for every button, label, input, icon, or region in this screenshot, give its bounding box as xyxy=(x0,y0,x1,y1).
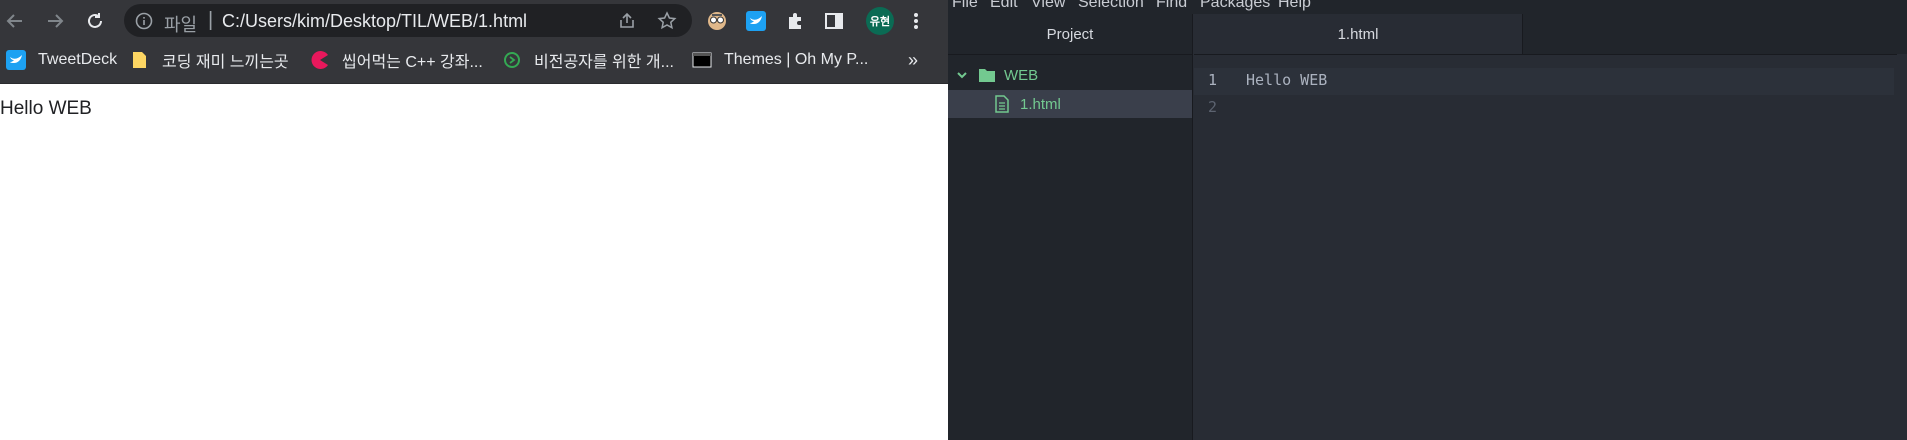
info-icon[interactable] xyxy=(135,12,153,30)
atom-editor-window: File Edit View Selection Find Packages H… xyxy=(948,0,1907,440)
code-line[interactable]: Hello WEB xyxy=(1246,71,1327,89)
url-scheme-label: 파일 xyxy=(164,15,198,35)
bookmark-label: Themes | Oh My P... xyxy=(724,51,869,68)
star-icon[interactable] xyxy=(657,11,677,31)
folder-icon xyxy=(979,69,995,82)
back-button[interactable] xyxy=(0,6,30,36)
line-number: 1 xyxy=(1208,71,1218,89)
menu-view[interactable]: View xyxy=(1031,0,1065,12)
bookmark-tweetdeck[interactable]: TweetDeck xyxy=(6,41,117,79)
tree-folder-label: WEB xyxy=(1004,66,1039,84)
forward-button[interactable] xyxy=(40,6,70,36)
reload-icon xyxy=(88,13,102,28)
code-area[interactable]: Hello WEB xyxy=(1194,54,1894,440)
folder-icon xyxy=(130,50,150,70)
url-text[interactable]: C:/Users/kim/Desktop/TIL/WEB/1.html xyxy=(222,11,527,32)
menu-bar: File Edit View Selection Find Packages H… xyxy=(948,0,1907,14)
line-number-gutter: 1 2 xyxy=(1194,54,1238,440)
url-separator: | xyxy=(208,9,214,31)
bookmark-cpp-lecture[interactable]: 씹어먹는 C++ 강좌... xyxy=(310,41,483,79)
address-bar[interactable]: 파일 | C:/Users/kim/Desktop/TIL/WEB/1.html xyxy=(124,4,692,37)
pacman-icon xyxy=(310,50,330,70)
share-icon[interactable] xyxy=(617,11,637,31)
bookmark-label: TweetDeck xyxy=(38,51,118,68)
puzzle-icon[interactable] xyxy=(782,7,810,35)
arrow-left-icon xyxy=(6,14,22,28)
side-panel-icon[interactable] xyxy=(820,7,848,35)
terminal-icon xyxy=(692,50,712,70)
twitter-icon xyxy=(6,50,26,70)
menu-help[interactable]: Help xyxy=(1278,0,1311,12)
page-body-text: Hello WEB xyxy=(0,98,92,119)
tree-file-label: 1.html xyxy=(1020,95,1061,113)
tree-file-1-html[interactable]: 1.html xyxy=(948,90,1192,118)
page-viewport: Hello WEB xyxy=(0,84,948,440)
menu-packages[interactable]: Packages xyxy=(1200,0,1270,12)
line-number: 2 xyxy=(1208,98,1218,116)
tab-1-html[interactable]: 1.html xyxy=(1194,14,1523,54)
bookmark-folder-coding[interactable]: 코딩 재미 느끼는곳 xyxy=(130,41,289,79)
file-icon xyxy=(995,95,1009,113)
tweetdeck-extension-icon[interactable] xyxy=(742,7,770,35)
editor-pane: 1.html Hello WEB 1 2 xyxy=(1194,14,1907,440)
browser-window: 파일 | C:/Users/kim/Desktop/TIL/WEB/1.html… xyxy=(0,0,948,440)
bookmark-nonmajor-dev[interactable]: 비전공자를 위한 개... xyxy=(502,41,674,79)
tree-view-tab[interactable]: Project xyxy=(948,14,1192,55)
bookmark-label: 비전공자를 위한 개... xyxy=(534,54,674,71)
bookmark-label: 씹어먹는 C++ 강좌... xyxy=(342,54,483,71)
menu-edit[interactable]: Edit xyxy=(990,0,1018,12)
menu-selection[interactable]: Selection xyxy=(1078,0,1144,12)
profile-avatar[interactable]: 유현 xyxy=(866,7,894,35)
menu-find[interactable]: Find xyxy=(1156,0,1187,12)
arrow-right-icon xyxy=(48,14,64,28)
bookmarks-bar: TweetDeck 코딩 재미 느끼는곳 씹어먹는 C++ 강좌... 비전공자… xyxy=(0,41,948,84)
tab-bar: 1.html xyxy=(1194,14,1907,55)
extension-face-icon[interactable] xyxy=(703,7,731,35)
vertical-scrollbar[interactable] xyxy=(1897,54,1907,440)
tree-folder-web[interactable]: WEB xyxy=(948,60,1192,90)
more-bookmarks-button[interactable]: » xyxy=(908,41,918,79)
reload-button[interactable] xyxy=(80,6,110,36)
tree-view: Project WEB 1.html xyxy=(948,14,1193,440)
menu-file[interactable]: File xyxy=(952,0,978,12)
kebab-menu-icon[interactable] xyxy=(902,7,930,35)
bookmark-label: 코딩 재미 느끼는곳 xyxy=(162,54,289,71)
chevron-down-icon xyxy=(957,72,967,79)
bookmark-oh-my-posh-themes[interactable]: Themes | Oh My P... xyxy=(692,41,868,79)
green-circle-icon xyxy=(502,50,522,70)
browser-toolbar: 파일 | C:/Users/kim/Desktop/TIL/WEB/1.html… xyxy=(0,0,948,41)
